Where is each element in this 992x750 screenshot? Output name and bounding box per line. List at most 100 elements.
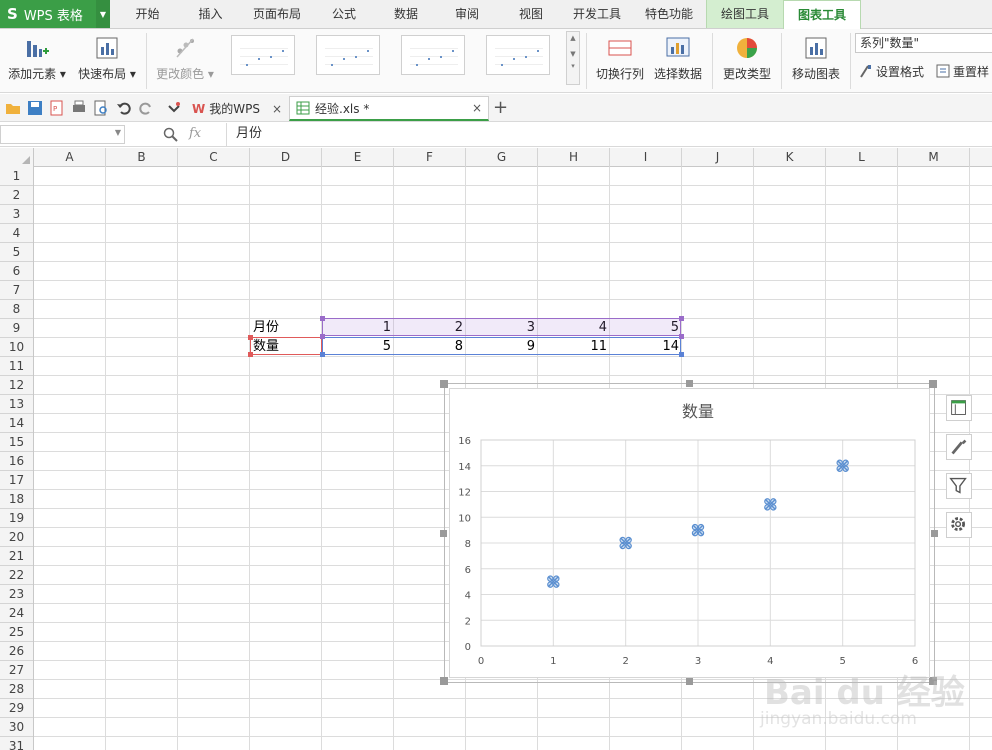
row-header-25[interactable]: 25 [0, 623, 33, 642]
tab-formulas[interactable]: 公式 [318, 0, 370, 28]
column-header-g[interactable]: G [466, 148, 538, 167]
row-header-19[interactable]: 19 [0, 509, 33, 528]
change-color-button[interactable]: 更改颜色 ▾ [152, 29, 218, 93]
data-point[interactable] [547, 575, 560, 588]
column-header-j[interactable]: J [682, 148, 754, 167]
scatter-chart[interactable]: 数量 0 2 4 6 8 10 12 14 16 0 1 2 3 4 5 6 [449, 388, 930, 678]
column-header-k[interactable]: K [754, 148, 826, 167]
row-header-28[interactable]: 28 [0, 680, 33, 699]
column-header-i[interactable]: I [610, 148, 682, 167]
style-gallery-scrollbar[interactable]: ▲ ▼ ▾ [566, 31, 580, 85]
undo-icon[interactable] [116, 100, 132, 116]
chart-style-thumbnail-2[interactable] [316, 35, 380, 75]
row-header-13[interactable]: 13 [0, 395, 33, 414]
chart-filter-button[interactable] [946, 473, 972, 499]
chart-elements-button[interactable] [946, 395, 972, 421]
row-header-1[interactable]: 1 [0, 167, 33, 186]
redo-icon[interactable] [138, 100, 154, 116]
chart-styles-button[interactable] [946, 434, 972, 460]
data-point[interactable] [764, 498, 777, 511]
export-pdf-icon[interactable]: P [49, 100, 65, 116]
chart-style-thumbnail-1[interactable] [231, 35, 295, 75]
save-icon[interactable] [27, 100, 43, 116]
open-folder-icon[interactable] [5, 100, 21, 116]
row-header-29[interactable]: 29 [0, 699, 33, 718]
range-handle[interactable] [320, 352, 325, 357]
row-header-24[interactable]: 24 [0, 604, 33, 623]
data-point[interactable] [836, 459, 849, 472]
chart-style-thumbnail-4[interactable] [486, 35, 550, 75]
range-handle[interactable] [679, 334, 684, 339]
column-header-h[interactable]: H [538, 148, 610, 167]
range-handle[interactable] [248, 335, 253, 340]
column-header-f[interactable]: F [394, 148, 466, 167]
tab-file-jingyan[interactable]: 经验.xls * × [289, 96, 489, 121]
resize-handle[interactable] [929, 380, 937, 388]
row-header-30[interactable]: 30 [0, 718, 33, 737]
series-selector[interactable]: 系列"数量" [855, 33, 992, 53]
switch-rows-cols-button[interactable]: 切换行列 [592, 29, 648, 93]
quick-layout-button[interactable]: 快速布局 ▾ [74, 29, 140, 93]
column-header-m[interactable]: M [898, 148, 970, 167]
close-icon[interactable]: × [472, 101, 482, 115]
range-handle[interactable] [320, 316, 325, 321]
tab-view[interactable]: 视图 [505, 0, 557, 28]
row-header-6[interactable]: 6 [0, 262, 33, 281]
tab-review[interactable]: 审阅 [441, 0, 493, 28]
row-header-31[interactable]: 31 [0, 737, 33, 750]
tab-developer[interactable]: 开发工具 [565, 0, 629, 28]
resize-handle[interactable] [686, 380, 693, 387]
row-header-16[interactable]: 16 [0, 452, 33, 471]
app-menu-button[interactable]: S WPS 表格 ▼ [0, 0, 110, 28]
row-header-5[interactable]: 5 [0, 243, 33, 262]
row-header-17[interactable]: 17 [0, 471, 33, 490]
resize-handle[interactable] [440, 380, 448, 388]
resize-handle[interactable] [686, 678, 693, 685]
tab-special[interactable]: 特色功能 [637, 0, 701, 28]
range-handle[interactable] [320, 334, 325, 339]
column-header-a[interactable]: A [34, 148, 106, 167]
set-format-button[interactable]: 设置格式 [859, 62, 924, 80]
insert-function-button[interactable]: fx [189, 126, 201, 141]
column-header-e[interactable]: E [322, 148, 394, 167]
customize-toolbar-icon[interactable] [166, 100, 182, 116]
row-header-18[interactable]: 18 [0, 490, 33, 509]
range-handle[interactable] [679, 352, 684, 357]
row-header-14[interactable]: 14 [0, 414, 33, 433]
tab-insert[interactable]: 插入 [183, 0, 238, 28]
tab-chart-tools[interactable]: 图表工具 [783, 0, 861, 29]
range-handle[interactable] [248, 352, 253, 357]
row-header-2[interactable]: 2 [0, 186, 33, 205]
select-data-button[interactable]: 选择数据 [650, 29, 706, 93]
row-header-3[interactable]: 3 [0, 205, 33, 224]
resize-handle[interactable] [931, 530, 938, 537]
cell-d9[interactable]: 月份 [251, 318, 321, 337]
resize-handle[interactable] [440, 677, 448, 685]
column-header-b[interactable]: B [106, 148, 178, 167]
zoom-function-icon[interactable] [163, 127, 178, 142]
row-header-4[interactable]: 4 [0, 224, 33, 243]
column-header-d[interactable]: D [250, 148, 322, 167]
tab-my-wps[interactable]: W 我的WPS × [186, 96, 288, 121]
formula-input[interactable]: 月份 [226, 123, 992, 146]
tab-page-layout[interactable]: 页面布局 [245, 0, 309, 28]
print-preview-icon[interactable] [93, 100, 109, 116]
row-header-27[interactable]: 27 [0, 661, 33, 680]
add-element-button[interactable]: 添加元素 ▾ [4, 29, 70, 93]
range-handle[interactable] [679, 316, 684, 321]
row-header-12[interactable]: 12 [0, 376, 33, 395]
new-tab-button[interactable]: + [493, 97, 508, 118]
close-icon[interactable]: × [272, 102, 282, 116]
row-header-11[interactable]: 11 [0, 357, 33, 376]
tab-drawing-tools[interactable]: 绘图工具 [706, 0, 783, 28]
row-header-10[interactable]: 10 [0, 338, 33, 357]
resize-handle[interactable] [440, 530, 447, 537]
row-header-21[interactable]: 21 [0, 547, 33, 566]
row-header-15[interactable]: 15 [0, 433, 33, 452]
chevron-down-icon[interactable]: ▼ [96, 0, 110, 28]
row-header-23[interactable]: 23 [0, 585, 33, 604]
row-header-26[interactable]: 26 [0, 642, 33, 661]
reset-style-button[interactable]: 重置样 [936, 62, 989, 80]
chart-title[interactable]: 数量 [682, 402, 714, 421]
column-header-l[interactable]: L [826, 148, 898, 167]
